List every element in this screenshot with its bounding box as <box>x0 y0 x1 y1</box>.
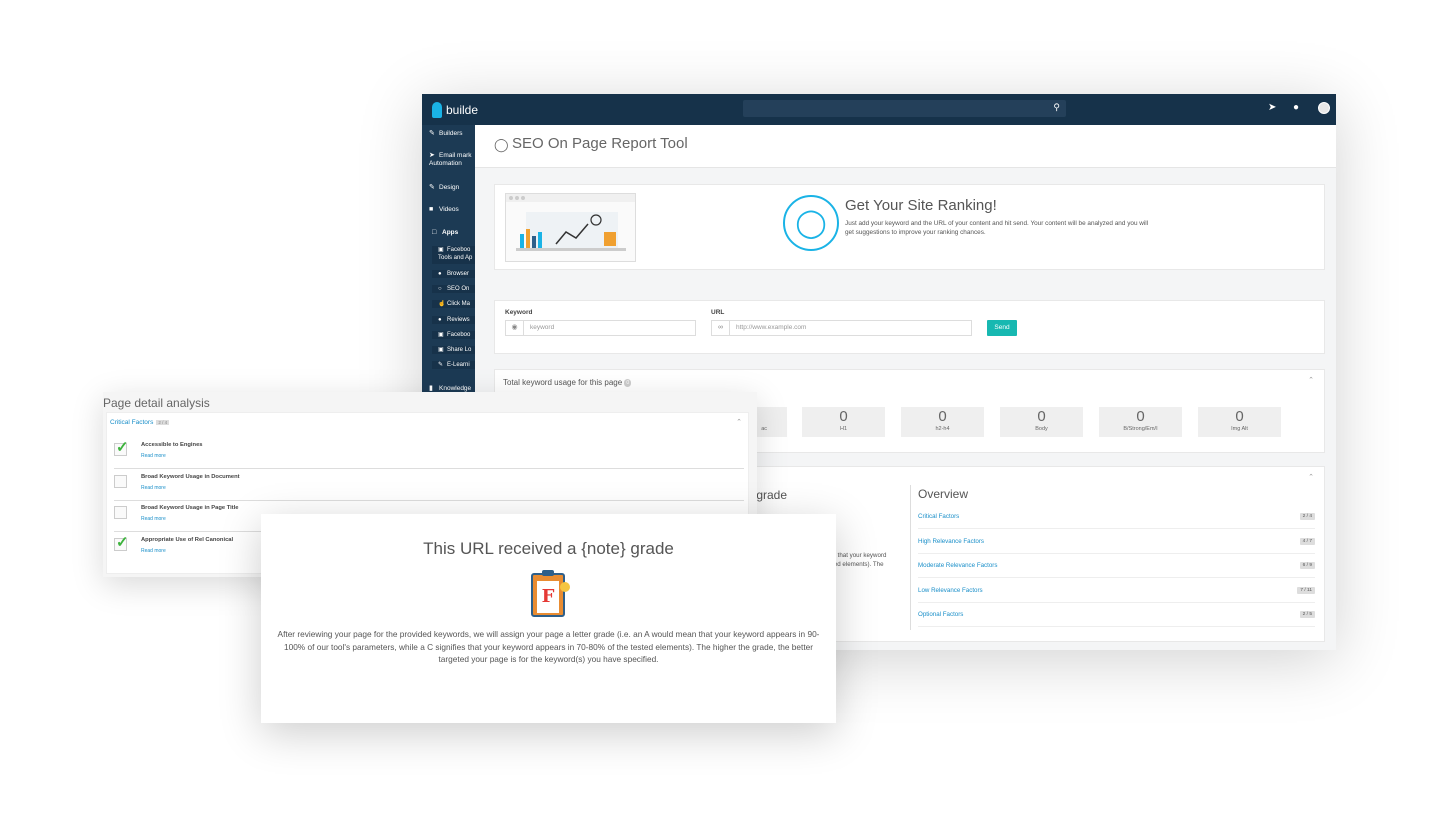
search-icon[interactable]: ⚲ <box>1053 102 1060 113</box>
bulb-icon: ◯ <box>494 137 509 152</box>
sidebar-item-design[interactable]: ✎ Design <box>422 184 475 192</box>
seo-illustration <box>505 193 636 262</box>
url-label: URL <box>711 309 725 316</box>
metric-tile-h1: 0 H1 <box>802 407 885 437</box>
coin-icon <box>560 582 570 592</box>
octopus-logo-icon <box>432 102 442 118</box>
sidebar-subitem-seo[interactable]: ○ SEO On <box>432 285 475 293</box>
factor-row: ✓ Accessible to Engines Read more <box>114 438 744 469</box>
keyword-input[interactable]: ◉ keyword <box>505 320 696 336</box>
read-more-link[interactable]: Read more <box>141 485 166 491</box>
factor-checkbox[interactable]: ✓ <box>114 534 129 551</box>
factor-checkbox[interactable] <box>114 506 127 519</box>
sidebar-subitem-share-locker[interactable]: ▣ Share Lo <box>432 346 475 354</box>
overview-row-optional[interactable]: Optional Factors 2 / 5 <box>918 603 1315 627</box>
send-button[interactable]: Send <box>987 320 1017 336</box>
pointer-icon: ☝ <box>438 301 446 307</box>
factor-row: Broad Keyword Usage in Document Read mor… <box>114 470 744 501</box>
video-icon: ■ <box>429 206 434 213</box>
sidebar-subitem-browser[interactable]: ● Browser <box>432 270 475 278</box>
bulb-icon: ○ <box>438 286 442 292</box>
url-input[interactable]: ∞ http://www.example.com <box>711 320 972 336</box>
grade-popup-title: This URL received a {note} grade <box>423 539 674 558</box>
sidebar-subitem-click-map[interactable]: ☝ Click Ma <box>432 300 475 308</box>
overview-row-low[interactable]: Low Relevance Factors 7 / 11 <box>918 579 1315 603</box>
overview-row-moderate[interactable]: Moderate Relevance Factors 6 / 9 <box>918 554 1315 578</box>
grade-letter: F <box>541 586 555 607</box>
critical-factors-header[interactable]: Critical Factors 2 / 4 <box>110 419 170 426</box>
overview-row-high[interactable]: High Relevance Factors 4 / 7 <box>918 530 1315 554</box>
read-more-link[interactable]: Read more <box>141 516 166 522</box>
sidebar-subitem-facebook[interactable]: ▣ Faceboo <box>432 331 475 339</box>
rocket-icon[interactable]: ➤ <box>1268 102 1276 113</box>
usage-title: Total keyword usage for this page 0 <box>503 378 632 387</box>
search-input[interactable]: ⚲ <box>743 100 1066 117</box>
metric-tile-img-alt: 0 Img Alt <box>1198 407 1281 437</box>
keyword-placeholder: keyword <box>530 324 555 331</box>
url-placeholder: http://www.example.com <box>736 324 807 331</box>
hero-title: Get Your Site Ranking! <box>845 197 997 214</box>
keyword-label: Keyword <box>505 309 533 316</box>
read-more-link[interactable]: Read more <box>141 453 166 459</box>
bell-icon[interactable]: ● <box>1293 102 1299 113</box>
detail-title: Page detail analysis <box>103 396 210 410</box>
grade-text-partial-2: sted elements). The <box>829 561 884 568</box>
metric-tile-body: 0 Body <box>1000 407 1083 437</box>
metric-tile-h2-h4: 0 h2-h4 <box>901 407 984 437</box>
page-title: SEO On Page Report Tool <box>512 135 688 152</box>
read-more-link[interactable]: Read more <box>141 548 166 554</box>
sidebar-item-videos[interactable]: ■ Videos <box>422 206 475 214</box>
pencil-icon: ✎ <box>429 130 435 137</box>
sidebar-item-apps[interactable]: □ Apps <box>422 229 475 237</box>
facebook-icon: ▣ <box>438 332 444 338</box>
overview-title: Overview <box>918 487 969 501</box>
top-bar: builde ⚲ ➤ ● <box>422 94 1336 125</box>
page-header: ◯ SEO On Page Report Tool <box>475 125 1336 168</box>
pencil-icon: ✎ <box>429 184 435 191</box>
chevron-up-icon[interactable]: ⌃ <box>1308 376 1314 384</box>
usage-badge: 0 <box>624 378 632 387</box>
factor-checkbox[interactable]: ✓ <box>114 439 129 456</box>
clipboard-grade-icon: F <box>531 570 570 617</box>
analysis-form: Keyword ◉ keyword URL ∞ http://www.examp… <box>494 300 1325 354</box>
send-icon: ➤ <box>429 152 435 159</box>
overview-panel: Overview Critical Factors 2 / 4 High Rele… <box>918 487 1318 627</box>
sidebar-item-builders[interactable]: ✎ Builders <box>422 130 475 138</box>
facebook-icon: ▣ <box>438 247 444 253</box>
chat-icon: ● <box>438 317 442 323</box>
sidebar-item-email-marketing[interactable]: ➤ Email mark Automation <box>422 152 475 168</box>
grade-popup: This URL received a {note} grade F After… <box>261 514 836 723</box>
chevron-up-icon[interactable]: ⌃ <box>736 418 742 426</box>
sidebar-subitem-elearning[interactable]: ✎ E-Learni <box>432 361 475 369</box>
factor-checkbox[interactable] <box>114 475 127 488</box>
checkmark-icon: ✓ <box>116 534 129 551</box>
facebook-icon: ▣ <box>438 347 444 353</box>
square-icon: □ <box>432 229 437 236</box>
bell-icon: ● <box>438 271 442 277</box>
chart-illustration-icon <box>516 212 626 251</box>
brand-name: builde <box>446 103 479 117</box>
sidebar-subitem-reviews[interactable]: ● Reviews <box>432 316 475 324</box>
metric-tile-bold: 0 B/Strong/Em/I <box>1099 407 1182 437</box>
grade-popup-text: After reviewing your page for the provid… <box>277 629 820 664</box>
brand-logo[interactable]: builde <box>432 101 478 119</box>
overview-row-critical[interactable]: Critical Factors 2 / 4 <box>918 505 1315 529</box>
pencil-icon: ✎ <box>438 362 444 368</box>
link-icon: ∞ <box>712 321 730 335</box>
sidebar-subitem-facebook-tools[interactable]: ▣ Faceboo Tools and Ap <box>432 246 475 264</box>
target-icon: ◉ <box>506 321 524 335</box>
chevron-up-icon[interactable]: ⌃ <box>1308 473 1314 481</box>
grade-text-partial-1: an that your keyword <box>829 552 887 559</box>
hero-description: Just add your keyword and the URL of you… <box>845 220 1149 236</box>
hero-card: ◯ Get Your Site Ranking! Just add your k… <box>494 184 1325 270</box>
checkmark-icon: ✓ <box>116 439 129 456</box>
avatar[interactable] <box>1318 102 1330 114</box>
lightbulb-icon: ◯ <box>783 195 839 251</box>
